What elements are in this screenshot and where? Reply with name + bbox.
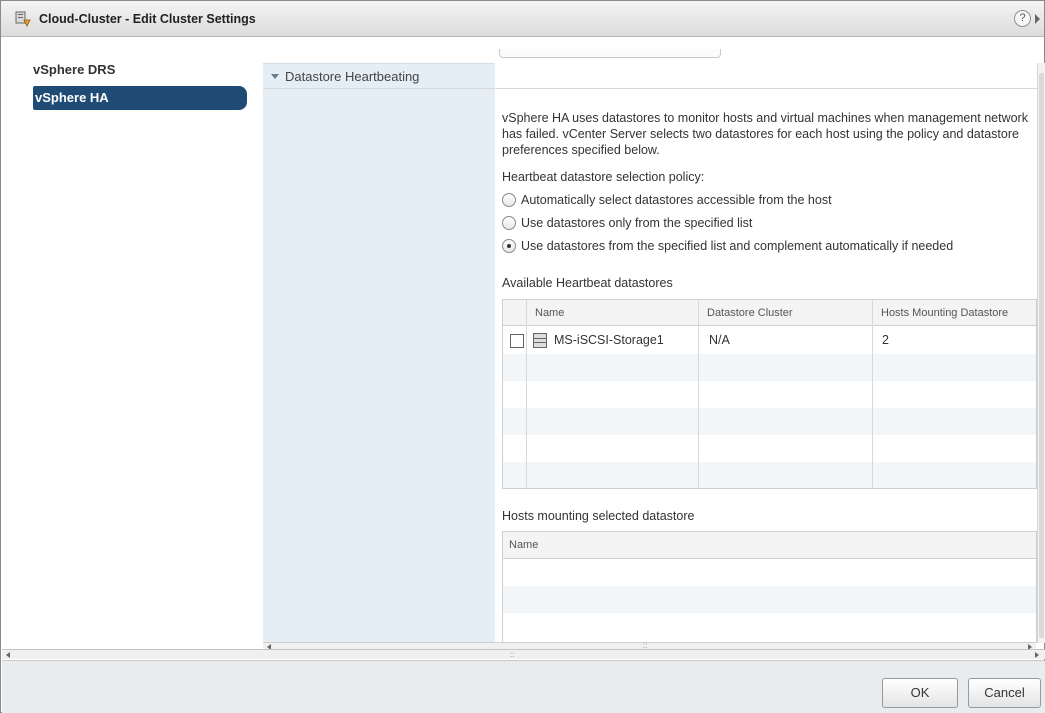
hosts-mounting-label: Hosts mounting selected datastore xyxy=(502,509,695,523)
scroll-left-icon[interactable] xyxy=(6,652,10,658)
empty-row xyxy=(503,408,1036,435)
empty-row xyxy=(503,559,1036,586)
radio-label[interactable]: Use datastores only from the specified l… xyxy=(521,214,752,232)
radio-label[interactable]: Use datastores from the specified list a… xyxy=(521,237,953,255)
empty-row xyxy=(503,381,1036,408)
cell-hosts: 2 xyxy=(882,333,889,347)
column-header-name[interactable]: Name xyxy=(527,300,697,326)
nav-item-vsphere-drs[interactable]: vSphere DRS xyxy=(27,58,247,82)
grip-icon[interactable]: :: xyxy=(510,651,516,659)
settings-nav: vSphere DRS vSphere HA xyxy=(1,38,263,649)
available-datastores-label: Available Heartbeat datastores xyxy=(502,276,673,290)
title-bar: Cloud-Cluster - Edit Cluster Settings ? xyxy=(1,1,1044,37)
column-divider xyxy=(526,300,527,488)
column-header-name[interactable]: Name xyxy=(503,532,1036,559)
scroll-right-icon[interactable] xyxy=(1035,652,1039,658)
edit-cluster-settings-dialog: Cloud-Cluster - Edit Cluster Settings ? … xyxy=(0,0,1045,713)
datastores-table: Name Datastore Cluster Hosts Mounting Da… xyxy=(502,299,1037,489)
radio-button[interactable] xyxy=(502,193,516,207)
outer-horizontal-scrollbar[interactable]: :: xyxy=(2,649,1045,659)
radio-button[interactable] xyxy=(502,216,516,230)
policy-label: Heartbeat datastore selection policy: xyxy=(502,170,705,184)
cell-name: MS-iSCSI-Storage1 xyxy=(554,333,664,347)
expand-arrow-icon[interactable] xyxy=(1035,14,1040,24)
ha-description: vSphere HA uses datastores to monitor ho… xyxy=(502,111,1028,157)
vertical-scrollbar[interactable] xyxy=(1037,63,1045,643)
cancel-button[interactable]: Cancel xyxy=(968,678,1041,708)
dialog-footer: OK Cancel xyxy=(2,660,1045,713)
table-row[interactable]: MS-iSCSI-Storage1 N/A 2 xyxy=(503,327,1036,354)
table-header: Name Datastore Cluster Hosts Mounting Da… xyxy=(503,300,1036,326)
nav-item-vsphere-ha[interactable]: vSphere HA xyxy=(33,86,247,110)
section-content: vSphere HA uses datastores to monitor ho… xyxy=(495,90,1037,643)
section-header-datastore-heartbeating[interactable]: Datastore Heartbeating xyxy=(263,63,1045,89)
cell-cluster: N/A xyxy=(709,333,730,347)
section-label-panel xyxy=(263,63,495,643)
column-header-datastore-cluster[interactable]: Datastore Cluster xyxy=(699,300,873,326)
radio-button-selected[interactable] xyxy=(502,239,516,253)
empty-row xyxy=(503,586,1036,613)
column-header-hosts-mounting[interactable]: Hosts Mounting Datastore xyxy=(873,300,1036,326)
dialog-title: Cloud-Cluster - Edit Cluster Settings xyxy=(39,12,256,26)
empty-row xyxy=(503,613,1036,640)
row-checkbox[interactable] xyxy=(510,334,524,348)
empty-row xyxy=(503,462,1036,488)
ok-button[interactable]: OK xyxy=(882,678,958,708)
radio-label[interactable]: Automatically select datastores accessib… xyxy=(521,191,832,209)
column-divider[interactable] xyxy=(872,300,873,488)
scrollbar-thumb[interactable] xyxy=(1039,73,1044,638)
hosts-table: Name xyxy=(502,531,1037,643)
collapsed-section-edge xyxy=(499,49,721,58)
caret-down-icon[interactable] xyxy=(271,74,279,79)
column-divider[interactable] xyxy=(698,300,699,488)
empty-row xyxy=(503,354,1036,381)
datastore-icon xyxy=(533,333,547,348)
empty-row xyxy=(503,435,1036,462)
cluster-icon xyxy=(15,11,31,27)
help-icon[interactable]: ? xyxy=(1014,10,1031,27)
section-title: Datastore Heartbeating xyxy=(285,69,420,84)
